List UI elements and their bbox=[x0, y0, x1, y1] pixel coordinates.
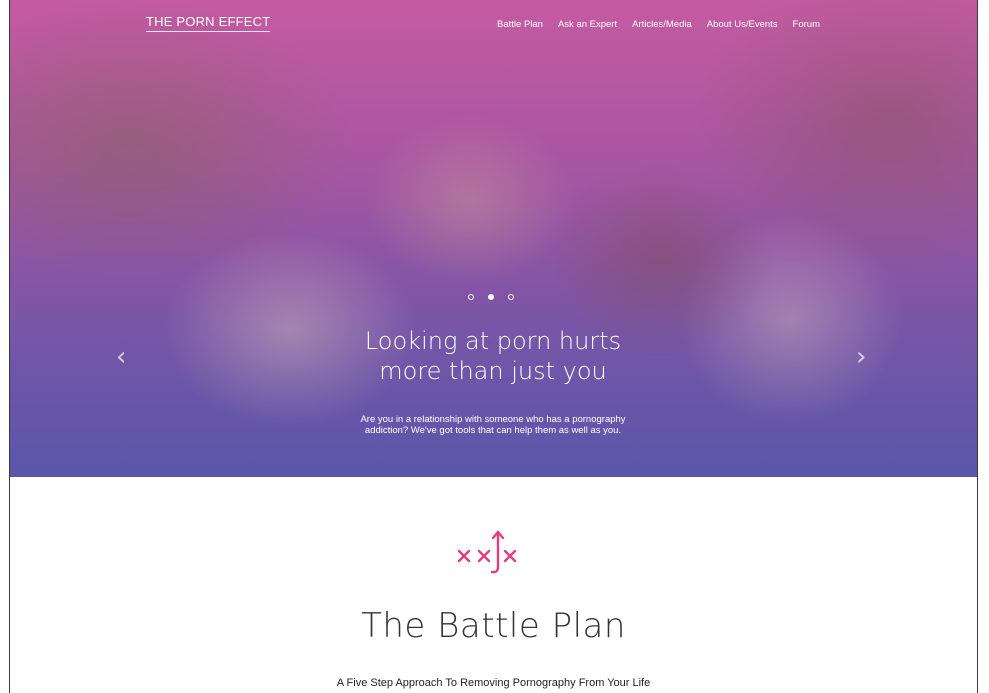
nav-item-ask-an-expert[interactable]: Ask an Expert bbox=[558, 19, 617, 30]
hero-carousel[interactable]: THE PORN EFFECT Battle Plan Ask an Exper… bbox=[10, 0, 977, 477]
hero-subtext: Are you in a relationship with someone w… bbox=[313, 414, 673, 436]
site-logo[interactable]: THE PORN EFFECT bbox=[146, 14, 271, 32]
nav-item-articles-media[interactable]: Articles/Media bbox=[632, 19, 692, 30]
carousel-indicators bbox=[468, 294, 514, 300]
battle-plan-icon bbox=[455, 527, 535, 581]
section-subtitle: A Five Step Approach To Removing Pornogr… bbox=[336, 677, 651, 689]
chevron-left-icon[interactable]: ‹ bbox=[116, 344, 126, 370]
chevron-right-icon[interactable]: › bbox=[856, 344, 866, 370]
hero-subtext-line-1: Are you in a relationship with someone w… bbox=[360, 414, 626, 425]
hero-headline: Looking at porn hurts more than just you bbox=[293, 326, 693, 386]
nav-item-battle-plan[interactable]: Battle Plan bbox=[497, 19, 543, 30]
hero-headline-line-2: more than just you bbox=[379, 357, 607, 385]
hero-subtext-line-2: addiction? We've got tools that can help… bbox=[364, 425, 622, 436]
section-title: The Battle Plan bbox=[361, 606, 626, 646]
carousel-dot-3[interactable] bbox=[508, 294, 514, 300]
nav-item-forum[interactable]: Forum bbox=[793, 19, 820, 30]
page-frame: THE PORN EFFECT Battle Plan Ask an Exper… bbox=[9, 0, 978, 693]
carousel-dot-2[interactable] bbox=[488, 294, 494, 300]
nav-item-about-us-events[interactable]: About Us/Events bbox=[707, 19, 778, 30]
hero-overlay bbox=[10, 0, 977, 477]
main-nav: Battle Plan Ask an Expert Articles/Media… bbox=[497, 19, 820, 30]
hero-headline-line-1: Looking at porn hurts bbox=[364, 327, 622, 355]
carousel-dot-1[interactable] bbox=[468, 294, 474, 300]
